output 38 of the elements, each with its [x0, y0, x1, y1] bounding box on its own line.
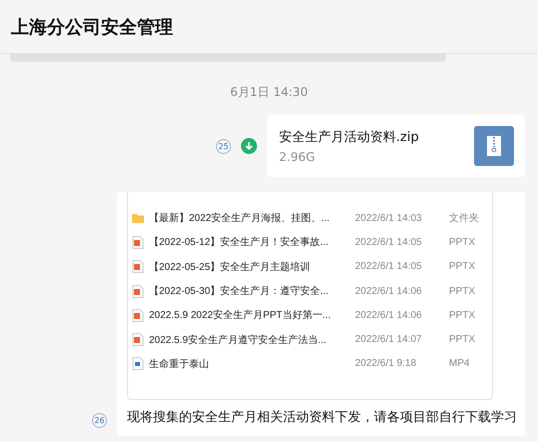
file-type: PPTX [449, 236, 476, 248]
file-type: PPTX [449, 261, 476, 272]
modified-date: 2022/6/1 14:06 [355, 310, 423, 321]
file-name: 生命重于泰山 [149, 358, 210, 371]
file-name: 安全生产月活动资料.zip [279, 129, 419, 146]
file-name: 【最新】2022安全生产月海报、挂图、... [149, 212, 331, 226]
file-message-card[interactable]: 安全生产月活动资料.zip 2.96G [267, 115, 525, 177]
video-file-icon [132, 357, 144, 370]
read-count-badge[interactable]: 25 [216, 138, 231, 154]
file-type: MP4 [449, 358, 470, 370]
file-type: 文件夹 [449, 212, 479, 226]
zip-file-icon [474, 126, 514, 166]
file-name: 【2022-05-30】安全生产月：遵守安全... [149, 284, 330, 298]
slides-file-icon [132, 308, 144, 322]
file-type: PPTX [449, 286, 476, 297]
modified-date: 2022/6/1 9:18 [355, 358, 418, 370]
chat-title: 上海分公司安全管理 [11, 16, 173, 38]
modified-date: 2022/6/1 14:07 [355, 334, 423, 346]
slides-file-icon [132, 284, 144, 298]
file-name: 2022.5.9 2022安全生产月PPT当好第一... [149, 308, 332, 322]
modified-date: 2022/6/1 14:03 [355, 212, 423, 224]
modified-date: 2022/6/1 14:05 [355, 261, 423, 272]
file-name: 2022.5.9安全生产月遵守安全生产法当... [149, 334, 328, 347]
file-type: PPTX [449, 310, 476, 321]
download-icon[interactable] [241, 138, 257, 154]
modified-date: 2022/6/1 14:05 [355, 236, 423, 248]
file-type: PPTX [449, 334, 476, 346]
read-count-badge[interactable]: 26 [92, 413, 107, 428]
file-name: 【2022-05-25】安全生产月主题培训 [149, 260, 312, 274]
file-size: 2.96G [279, 150, 316, 164]
slides-file-icon [132, 236, 144, 249]
slides-file-icon [132, 260, 144, 274]
folder-icon [132, 212, 144, 225]
message-text: 现将搜集的安全生产月相关活动资料下发，请各项目部自行下载学习 [127, 409, 518, 426]
slides-file-icon [132, 333, 144, 346]
modified-date: 2022/6/1 14:06 [355, 286, 423, 297]
file-name: 【2022-05-12】安全生产月！安全事故... [149, 236, 330, 250]
timestamp: 6月1日 14:30 [230, 84, 308, 101]
